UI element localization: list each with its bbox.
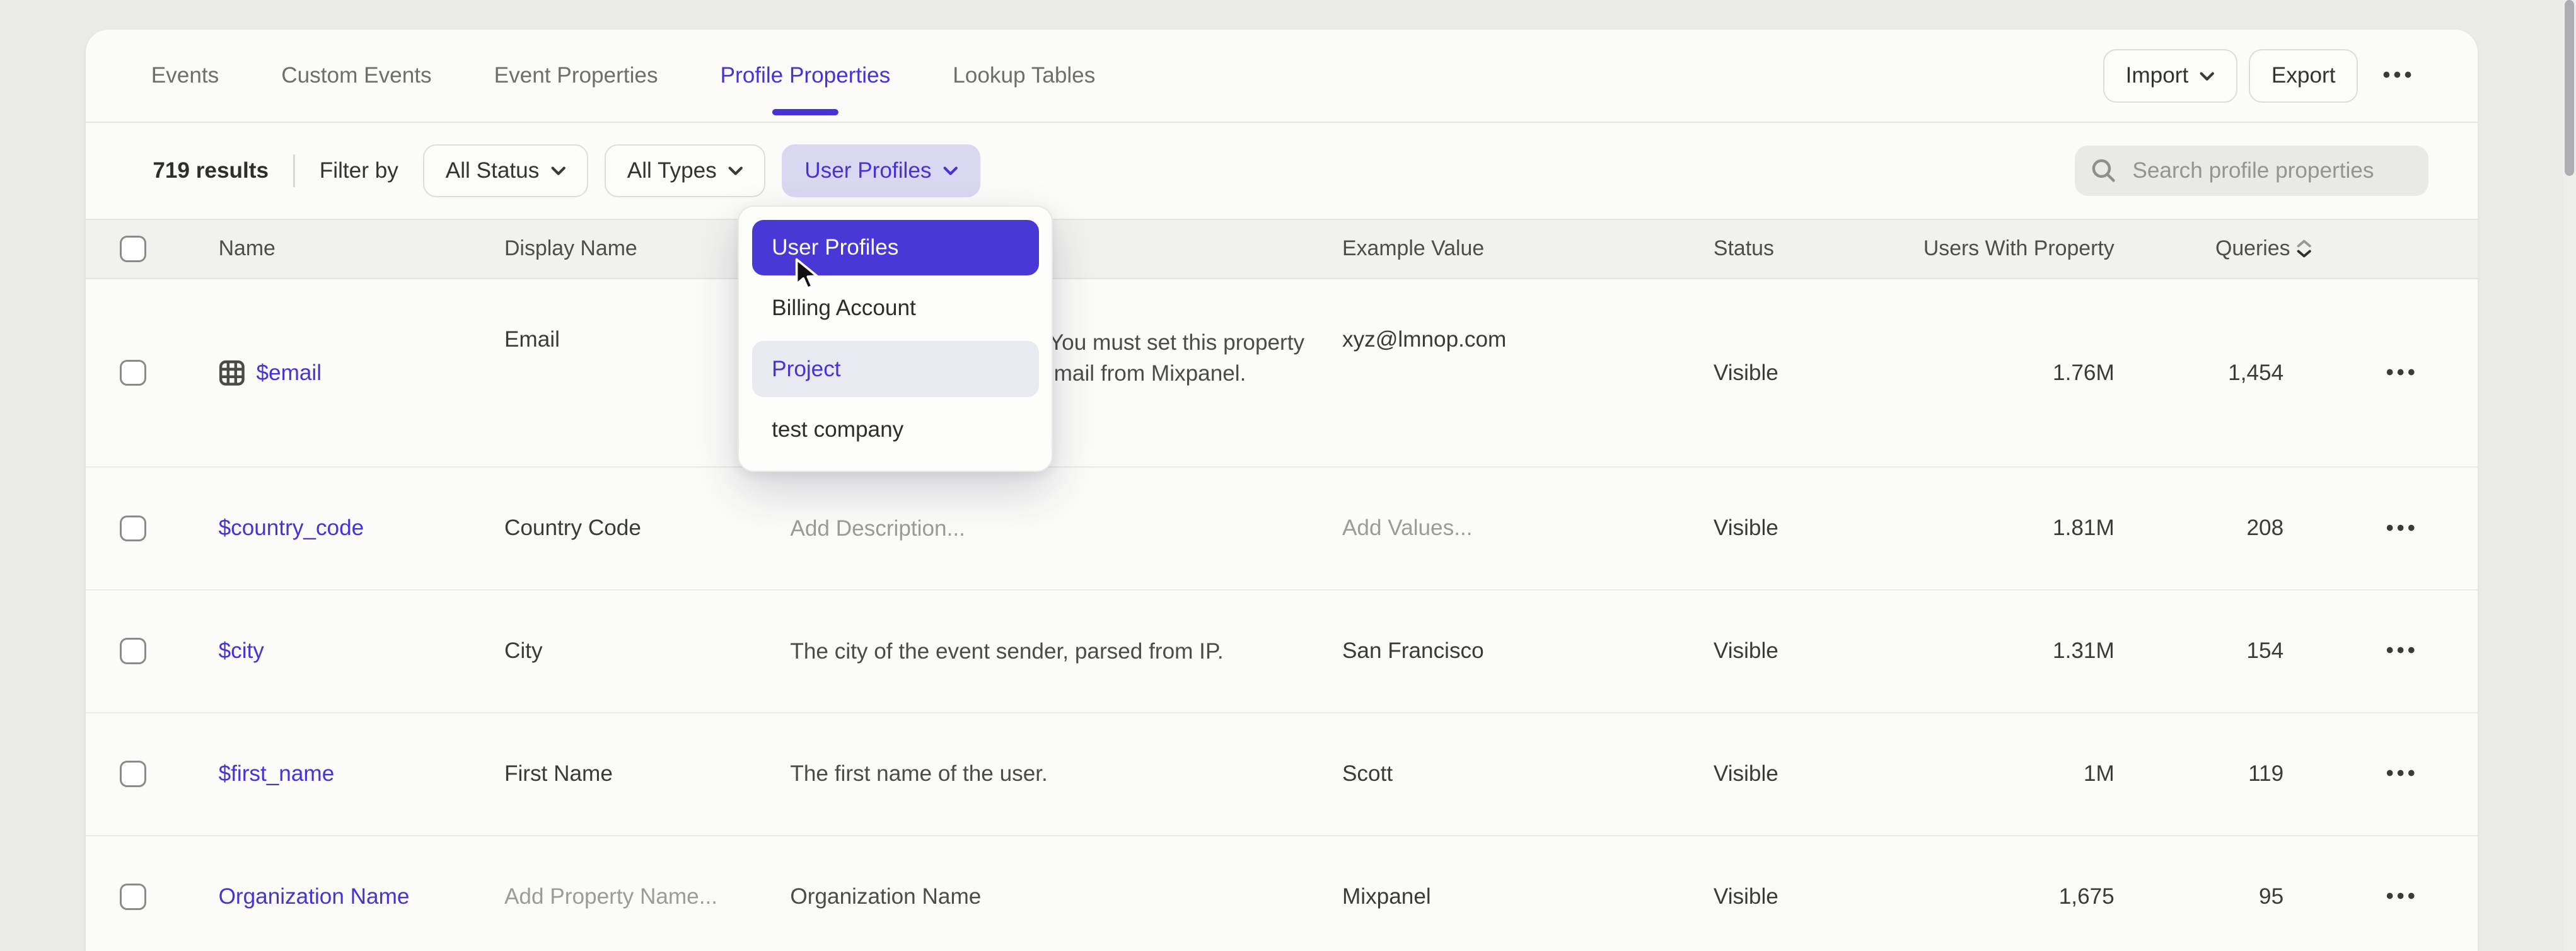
table-header: Name Display Name Description Example Va… (86, 219, 2478, 279)
display-name-cell: Country Code (504, 468, 790, 589)
header-checkbox-cell (86, 236, 219, 262)
status-filter-button[interactable]: All Status (423, 144, 588, 198)
chevron-down-icon (728, 166, 743, 176)
table-grid-icon (219, 360, 245, 386)
status-cell: Visible (1714, 836, 1903, 951)
status-cell: Visible (1714, 591, 1903, 712)
table-row: Organization Name Add Property Name... O… (86, 836, 2478, 951)
search-input[interactable] (2129, 156, 2411, 185)
display-name-cell: First Name (504, 713, 790, 835)
property-name-link[interactable]: Organization Name (219, 884, 410, 909)
description-cell: Organization Name (790, 881, 981, 913)
row-actions-button[interactable]: ••• (2386, 886, 2418, 908)
type-filter-button[interactable]: All Types (605, 144, 765, 198)
profile-type-dropdown-menu: User Profiles Billing Account Project te… (738, 205, 1053, 473)
property-name-link[interactable]: $country_code (219, 516, 364, 541)
row-actions-button[interactable]: ••• (2386, 362, 2418, 384)
table-row: $first_name First Name The first name of… (86, 713, 2478, 836)
users-with-property-cell: 1.76M (1903, 279, 2115, 466)
mouse-cursor-icon (795, 258, 821, 292)
chevron-down-icon (551, 166, 566, 176)
dropdown-item-test-company[interactable]: test company (752, 402, 1039, 458)
sort-icon[interactable] (2297, 239, 2311, 258)
tab-profile-properties[interactable]: Profile Properties (721, 30, 891, 122)
export-label: Export (2271, 63, 2336, 88)
row-actions-button[interactable]: ••• (2386, 640, 2418, 662)
example-value-cell: Mixpanel (1342, 836, 1714, 951)
users-with-property-cell: 1.31M (1903, 591, 2115, 712)
row-checkbox[interactable] (120, 761, 146, 787)
row-actions-button[interactable]: ••• (2386, 518, 2418, 539)
property-name-link[interactable]: $first_name (219, 761, 335, 787)
profile-properties-page: Events Custom Events Event Properties Pr… (0, 0, 2576, 951)
row-actions-button[interactable]: ••• (2386, 763, 2418, 785)
row-checkbox[interactable] (120, 638, 146, 664)
filter-bar: 719 results Filter by All Status All Typ… (86, 123, 2478, 218)
header-status: Status (1714, 236, 1903, 261)
add-property-name-placeholder[interactable]: Add Property Name... (504, 836, 790, 951)
status-cell: Visible (1714, 279, 1903, 466)
search-box[interactable] (2075, 146, 2428, 197)
header-actions: Import Export ••• (2103, 49, 2428, 103)
results-count: 719 results (153, 158, 269, 183)
description-cell: The city of the event sender, parsed fro… (790, 636, 1223, 667)
table-row: $email Email The user's email address. Y… (86, 279, 2478, 468)
chevron-down-icon (943, 166, 958, 176)
export-button[interactable]: Export (2249, 49, 2358, 103)
add-description-placeholder[interactable]: Add Description... (790, 513, 965, 545)
header-name: Name (219, 236, 504, 261)
table-row: $country_code Country Code Add Descripti… (86, 468, 2478, 591)
header-queries: Queries (2115, 236, 2312, 261)
type-filter-label: All Types (627, 158, 717, 183)
search-icon (2091, 158, 2116, 183)
scrollbar-track[interactable] (2563, 0, 2576, 951)
tabs-row: Events Custom Events Event Properties Pr… (86, 30, 2478, 124)
tab-bar: Events Custom Events Event Properties Pr… (151, 30, 1096, 122)
status-cell: Visible (1714, 468, 1903, 589)
header-users-with-property: Users With Property (1903, 236, 2115, 261)
select-all-checkbox[interactable] (120, 236, 146, 262)
queries-cell: 119 (2115, 713, 2312, 835)
queries-cell: 95 (2115, 836, 2312, 951)
content-card: Events Custom Events Event Properties Pr… (86, 30, 2478, 951)
queries-cell: 208 (2115, 468, 2312, 589)
users-with-property-cell: 1.81M (1903, 468, 2115, 589)
description-cell: The first name of the user. (790, 758, 1047, 790)
queries-cell: 1,454 (2115, 279, 2312, 466)
row-checkbox[interactable] (120, 884, 146, 910)
header-example-value: Example Value (1342, 236, 1714, 261)
chevron-down-icon (2200, 72, 2214, 82)
display-name-cell: City (504, 591, 790, 712)
add-values-placeholder[interactable]: Add Values... (1342, 468, 1714, 589)
scrollbar-thumb[interactable] (2565, 0, 2575, 176)
divider (293, 154, 295, 187)
tab-event-properties[interactable]: Event Properties (494, 30, 658, 122)
row-checkbox[interactable] (120, 516, 146, 542)
table-row: $city City The city of the event sender,… (86, 591, 2478, 713)
tab-lookup-tables[interactable]: Lookup Tables (953, 30, 1095, 122)
example-value-cell: San Francisco (1342, 591, 1714, 712)
status-filter-label: All Status (446, 158, 540, 183)
tab-custom-events[interactable]: Custom Events (281, 30, 431, 122)
example-value-cell: xyz@lmnop.com (1342, 279, 1714, 466)
queries-label: Queries (2215, 236, 2290, 261)
import-button[interactable]: Import (2103, 49, 2237, 103)
property-name-link[interactable]: $city (219, 638, 264, 664)
queries-cell: 154 (2115, 591, 2312, 712)
row-checkbox[interactable] (120, 360, 146, 386)
status-cell: Visible (1714, 713, 1903, 835)
users-with-property-cell: 1M (1903, 713, 2115, 835)
ellipsis-icon: ••• (2382, 65, 2415, 86)
profile-type-filter-label: User Profiles (804, 158, 931, 183)
example-value-cell: Scott (1342, 713, 1714, 835)
tab-events[interactable]: Events (151, 30, 219, 122)
users-with-property-cell: 1,675 (1903, 836, 2115, 951)
profile-type-filter-button[interactable]: User Profiles (782, 144, 980, 198)
filter-by-label: Filter by (320, 158, 398, 183)
more-options-button[interactable]: ••• (2370, 50, 2428, 101)
property-name-link[interactable]: $email (256, 360, 322, 386)
import-label: Import (2126, 63, 2189, 88)
dropdown-item-project[interactable]: Project (752, 341, 1039, 397)
